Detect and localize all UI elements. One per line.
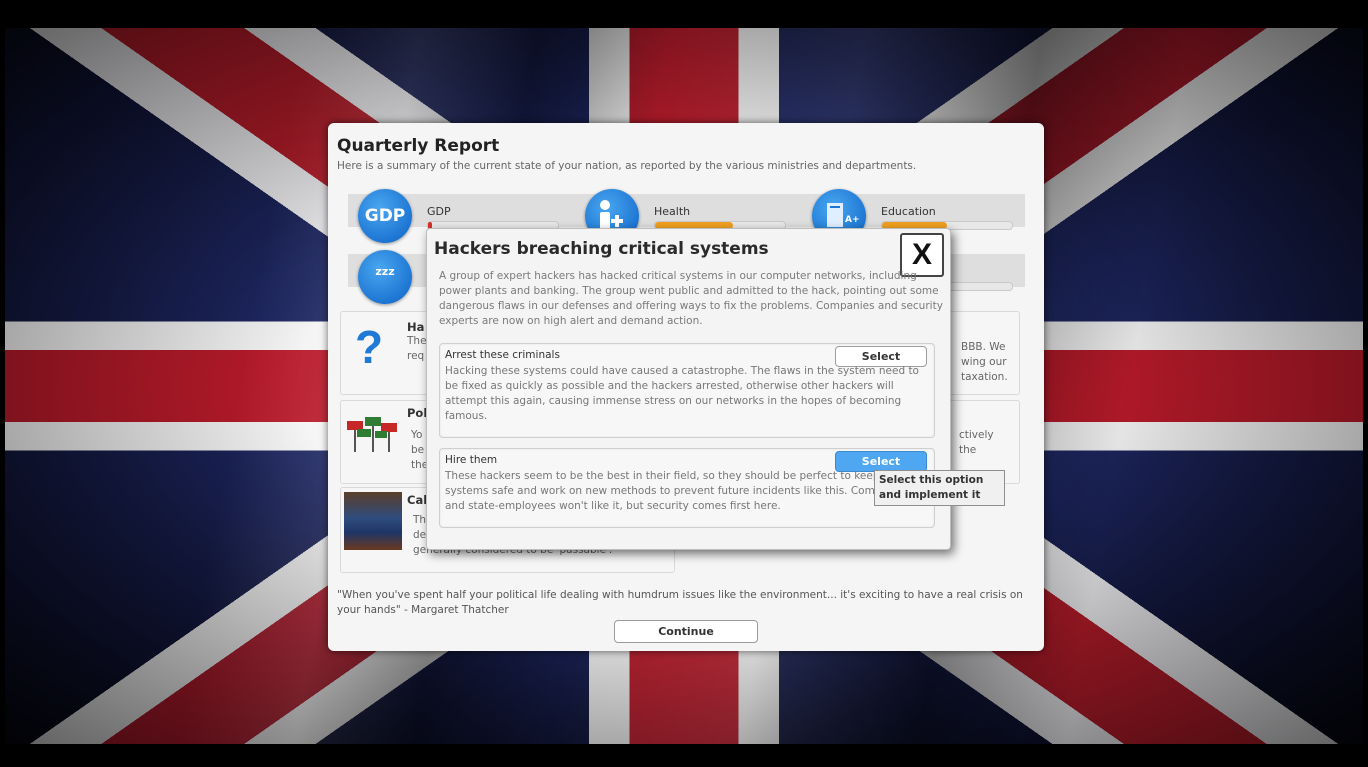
card-text-line: be [411, 444, 425, 456]
report-subtitle: Here is a summary of the current state o… [337, 160, 917, 172]
card-text-line: The [407, 335, 427, 347]
gdp-icon: GDP [358, 189, 412, 243]
card-text-line: Th [413, 514, 427, 526]
card-title: Ha [407, 320, 425, 334]
card-text-line: req [407, 350, 425, 362]
stat-label-gdp: GDP [427, 205, 451, 218]
sleep-icon: zzz [358, 250, 412, 304]
svg-text:A+: A+ [845, 215, 860, 225]
quote-text: "When you've spent half your political l… [337, 589, 1023, 616]
question-mark-icon: ? [355, 321, 384, 373]
option-hire[interactable]: Hire them Select These hackers seem to b… [439, 448, 935, 528]
card-text-line: BBB. We [961, 341, 1006, 353]
card-text-line: the [959, 444, 977, 456]
card-text-line: ctively [959, 429, 994, 441]
event-description: A group of expert hackers has hacked cri… [439, 270, 943, 327]
option-title: Hire them [445, 454, 498, 466]
cabinet-image [344, 492, 402, 550]
option-title: Arrest these criminals [445, 349, 560, 361]
continue-button[interactable]: Continue [614, 620, 758, 643]
card-text-line: taxation. [961, 371, 1008, 383]
sleep-icon-text: zzz [375, 265, 395, 278]
close-icon: X [911, 238, 932, 271]
option-text: Hacking these systems could have caused … [445, 365, 919, 422]
card-text-line: Yo [411, 429, 423, 441]
card-title: Cal [407, 493, 428, 507]
card-text-line: de [413, 529, 427, 541]
report-title: Quarterly Report [337, 136, 500, 156]
gdp-icon-text: GDP [364, 206, 406, 226]
event-dialog: Hackers breaching critical systems X A g… [426, 228, 951, 550]
card-title: Pol [407, 406, 428, 420]
card-text-line: wing our [961, 356, 1007, 368]
protest-signs-icon [345, 415, 399, 455]
option-text: These hackers seem to be the best in the… [445, 470, 910, 512]
event-title: Hackers breaching critical systems [434, 239, 769, 259]
select-tooltip: Select this option and implement it [874, 470, 1005, 506]
option-arrest[interactable]: Arrest these criminals Select Hacking th… [439, 343, 935, 438]
stat-label-education: Education [881, 205, 936, 218]
stat-label-health: Health [654, 205, 691, 218]
